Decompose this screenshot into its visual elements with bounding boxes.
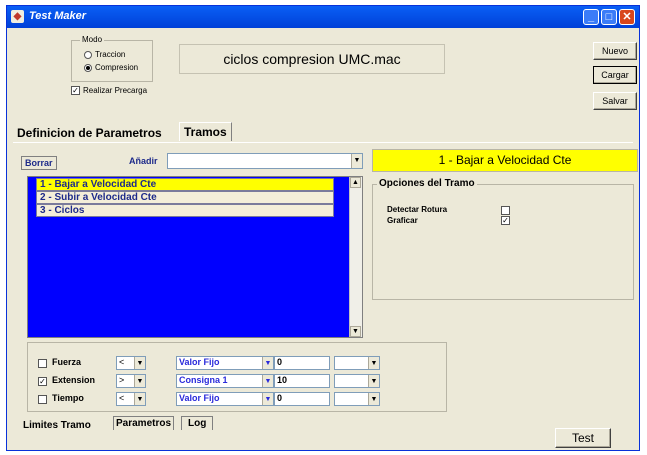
tab-limites-tramo[interactable]: Limites Tramo bbox=[23, 420, 91, 431]
chevron-down-icon[interactable]: ▼ bbox=[351, 154, 362, 168]
fuerza-mode-value: Valor Fijo bbox=[179, 357, 220, 367]
tiempo-checkbox[interactable] bbox=[38, 395, 47, 404]
tiempo-extra-select[interactable]: ▼ bbox=[334, 392, 380, 406]
borrar-button[interactable]: Borrar bbox=[21, 156, 57, 170]
fuerza-operator-value: < bbox=[119, 357, 125, 367]
tab-tramos[interactable]: Tramos bbox=[179, 122, 232, 141]
tab-parametros[interactable]: Parametros bbox=[113, 416, 175, 430]
tramo-item-1[interactable]: 1 - Bajar a Velocidad Cte bbox=[36, 178, 334, 191]
extension-label: Extension bbox=[52, 375, 96, 385]
tiempo-label: Tiempo bbox=[52, 393, 84, 403]
extension-mode-select[interactable]: Consigna 1 ▼ bbox=[176, 374, 274, 388]
radio-traccion-label: Traccion bbox=[95, 50, 126, 59]
nuevo-button[interactable]: Nuevo bbox=[593, 42, 637, 60]
cargar-button[interactable]: Cargar bbox=[593, 66, 637, 84]
chevron-down-icon[interactable]: ▼ bbox=[368, 357, 379, 369]
precarga-check-box[interactable]: ✓ bbox=[71, 86, 80, 96]
extension-operator-value: > bbox=[119, 375, 125, 385]
anadir-select[interactable]: ▼ bbox=[167, 153, 363, 169]
fuerza-extra-select[interactable]: ▼ bbox=[334, 356, 380, 370]
extension-operator-select[interactable]: > ▼ bbox=[116, 374, 146, 388]
tiempo-operator-value: < bbox=[119, 393, 125, 403]
tiempo-mode-select[interactable]: Valor Fijo ▼ bbox=[176, 392, 274, 406]
close-button[interactable]: ✕ bbox=[619, 9, 635, 25]
salvar-button[interactable]: Salvar bbox=[593, 92, 637, 110]
fuerza-label: Fuerza bbox=[52, 357, 82, 367]
chevron-down-icon[interactable]: ▼ bbox=[134, 393, 145, 405]
graficar-label: Graficar bbox=[387, 216, 418, 225]
precarga-checkbox[interactable]: ✓ Realizar Precarga bbox=[71, 86, 148, 96]
selected-tramo-header: 1 - Bajar a Velocidad Cte bbox=[372, 149, 638, 172]
modo-group: Modo Traccion Compresion bbox=[71, 35, 153, 82]
radio-traccion[interactable]: Traccion bbox=[84, 50, 125, 59]
opciones-legend: Opciones del Tramo bbox=[377, 178, 477, 189]
test-button[interactable]: Test bbox=[555, 428, 611, 448]
anadir-button[interactable]: Añadir bbox=[129, 156, 158, 166]
fuerza-mode-select[interactable]: Valor Fijo ▼ bbox=[176, 356, 274, 370]
detectar-rotura-checkbox[interactable] bbox=[501, 206, 510, 215]
tiempo-mode-value: Valor Fijo bbox=[179, 393, 220, 403]
precarga-label: Realizar Precarga bbox=[83, 86, 148, 95]
test-maker-window: ◆ Test Maker _ □ ✕ Modo Traccion Compres… bbox=[6, 5, 640, 451]
tramo-item-2[interactable]: 2 - Subir a Velocidad Cte bbox=[36, 191, 334, 204]
chevron-down-icon[interactable]: ▼ bbox=[262, 393, 273, 405]
maximize-button[interactable]: □ bbox=[601, 9, 617, 25]
detectar-rotura-label: Detectar Rotura bbox=[387, 205, 448, 214]
extension-value-input[interactable]: 10 bbox=[274, 374, 330, 388]
chevron-down-icon[interactable]: ▼ bbox=[262, 375, 273, 387]
radio-traccion-circle[interactable] bbox=[84, 50, 92, 59]
chevron-down-icon[interactable]: ▼ bbox=[368, 393, 379, 405]
extension-extra-select[interactable]: ▼ bbox=[334, 374, 380, 388]
tramo-item-3[interactable]: 3 - Ciclos bbox=[36, 204, 334, 217]
graficar-checkbox[interactable]: ✓ bbox=[501, 216, 510, 225]
listbox-scrollbar[interactable]: ▲ ▼ bbox=[349, 177, 362, 337]
title-bar[interactable]: ◆ Test Maker _ □ ✕ bbox=[7, 6, 639, 28]
tiempo-operator-select[interactable]: < ▼ bbox=[116, 392, 146, 406]
app-icon: ◆ bbox=[11, 10, 24, 23]
minimize-button[interactable]: _ bbox=[583, 9, 599, 25]
fuerza-checkbox[interactable] bbox=[38, 359, 47, 368]
fuerza-value-input[interactable]: 0 bbox=[274, 356, 330, 370]
chevron-down-icon[interactable]: ▼ bbox=[262, 357, 273, 369]
chevron-down-icon[interactable]: ▼ bbox=[368, 375, 379, 387]
tiempo-value-input[interactable]: 0 bbox=[274, 392, 330, 406]
window-title: Test Maker bbox=[29, 10, 87, 22]
file-name-display: ciclos compresion UMC.mac bbox=[179, 44, 445, 74]
tab-definicion-parametros[interactable]: Definicion de Parametros bbox=[17, 126, 162, 140]
radio-compresion[interactable]: Compresion bbox=[84, 63, 138, 72]
extension-mode-value: Consigna 1 bbox=[179, 375, 228, 385]
fuerza-operator-select[interactable]: < ▼ bbox=[116, 356, 146, 370]
chevron-down-icon[interactable]: ▼ bbox=[134, 375, 145, 387]
limits-panel: Fuerza < ▼ Valor Fijo ▼ 0 ▼ ✓ Extension > ▼… bbox=[27, 342, 447, 412]
scroll-up-icon[interactable]: ▲ bbox=[350, 177, 361, 188]
extension-checkbox[interactable]: ✓ bbox=[38, 377, 47, 386]
radio-compresion-circle[interactable] bbox=[84, 63, 92, 72]
radio-compresion-label: Compresion bbox=[95, 63, 139, 72]
chevron-down-icon[interactable]: ▼ bbox=[134, 357, 145, 369]
opciones-tramo-group: Opciones del Tramo Detectar Rotura Grafi… bbox=[372, 178, 634, 300]
scroll-down-icon[interactable]: ▼ bbox=[350, 326, 361, 337]
tab-divider bbox=[13, 142, 633, 143]
tab-log[interactable]: Log bbox=[181, 416, 214, 430]
modo-legend: Modo bbox=[80, 35, 105, 44]
